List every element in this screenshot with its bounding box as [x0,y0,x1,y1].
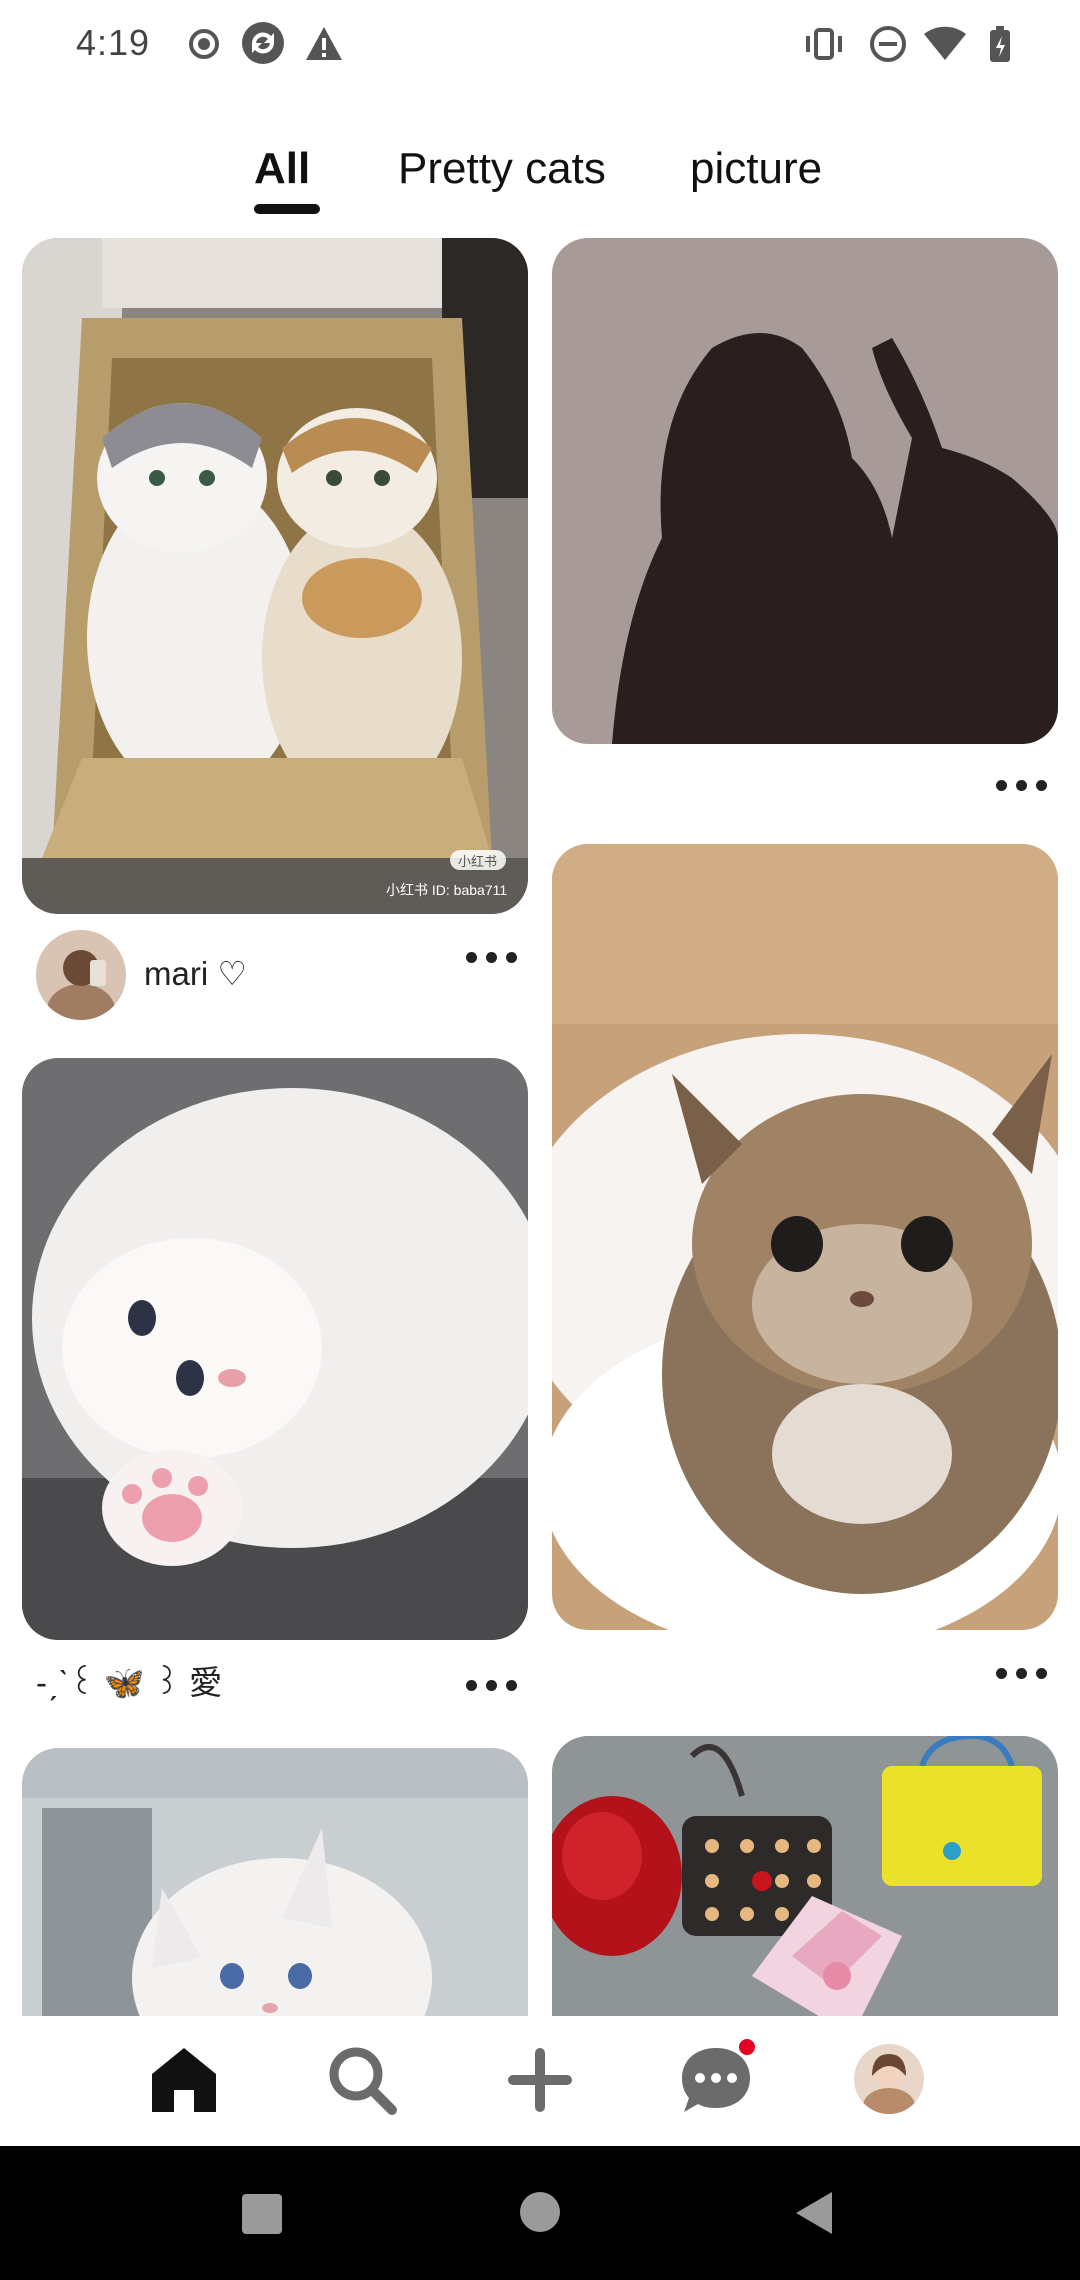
do-not-disturb-icon [870,26,906,62]
warning-icon [306,27,342,60]
recents-button[interactable] [242,2194,282,2234]
more-options-icon[interactable] [996,1664,1048,1684]
pin-image-white-kitten[interactable] [22,1058,528,1640]
bottom-nav [0,2016,1080,2146]
create-icon[interactable] [500,2040,580,2120]
pin-image-cats-in-box[interactable]: 小红书 小红书 ID: baba711 [22,238,528,914]
watermark-text: 小红书 ID: baba711 [386,882,508,898]
pin-image-brown-kitten[interactable] [552,844,1058,1630]
record-icon [189,29,219,59]
pin-author-name[interactable]: mari ♡ [144,954,247,993]
wifi-icon [924,26,966,60]
back-button[interactable] [794,2190,834,2236]
home-icon[interactable] [144,2040,224,2120]
tab-picture[interactable]: picture [690,144,822,194]
vibrate-icon [806,28,842,60]
sync-icon [242,22,284,64]
author-avatar[interactable] [36,930,126,1020]
search-icon[interactable] [322,2040,402,2120]
tab-all[interactable]: All [254,144,310,194]
system-nav-bar [0,2146,1080,2280]
profile-avatar[interactable] [854,2044,924,2114]
pin-image-bags[interactable] [552,1736,1058,2016]
pin-author-name[interactable]: -ˏˋ꒰ 🦋 ꒱ 愛 [36,1656,222,1704]
watermark-badge: 小红书 [458,854,498,869]
board-tabs: All Pretty cats picture [0,140,1080,220]
more-options-icon[interactable] [466,948,518,968]
more-options-icon[interactable] [466,1676,518,1696]
status-time: 4:19 [76,22,151,63]
active-tab-indicator [254,204,320,214]
pin-feed[interactable]: 小红书 小红书 ID: baba711 mari ♡ -ˏˋ꒰ 🦋 ꒱ 愛 [0,230,1080,2016]
more-options-icon[interactable] [996,776,1048,796]
status-bar: 4:19 [0,0,1080,90]
pin-image-white-cat-blue-eyes[interactable] [22,1748,528,2016]
pin-image-silhouette[interactable] [552,238,1058,744]
tab-pretty-cats[interactable]: Pretty cats [398,144,606,194]
messages-notification-badge [736,2036,758,2058]
home-button[interactable] [520,2192,560,2232]
battery-icon [990,26,1010,62]
